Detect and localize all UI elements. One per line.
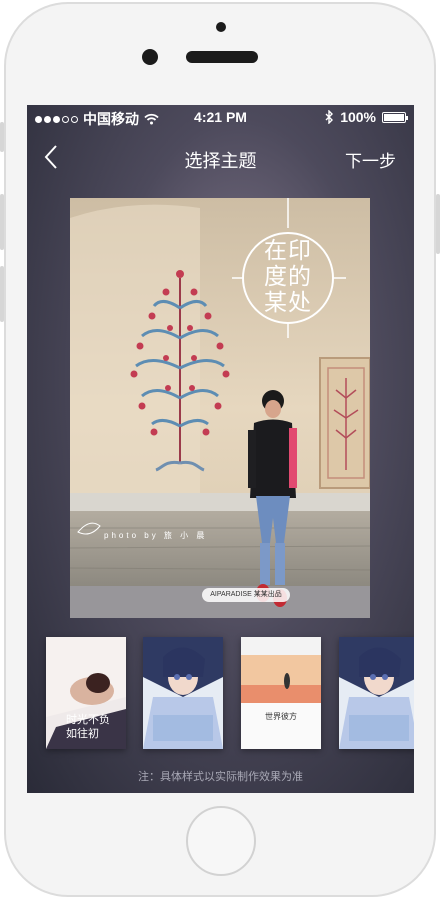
mute-switch bbox=[0, 122, 4, 152]
status-bar: 中国移动 4:21 PM 100% bbox=[27, 105, 414, 131]
theme-carousel[interactable]: 时光不负 如往初 世界彼方 bbox=[27, 635, 414, 755]
theme-preview-cover: 在印度的某处 photo by 旅 小 晨 AIPARADISE 某某出品 bbox=[70, 198, 370, 618]
volume-up-button bbox=[0, 194, 4, 250]
cover-byline: photo by 旅 小 晨 bbox=[104, 531, 208, 540]
front-camera bbox=[142, 49, 158, 65]
power-button bbox=[436, 194, 440, 254]
theme-thumbnail-1-caption: 时光不负 如往初 bbox=[66, 714, 110, 740]
home-button[interactable] bbox=[186, 806, 256, 876]
theme-thumbnail-3[interactable]: 世界彼方 bbox=[241, 637, 321, 749]
disclaimer-note: 注：具体样式以实际制作效果为准 bbox=[138, 771, 303, 783]
theme-thumbnail-4[interactable] bbox=[339, 637, 414, 749]
theme-thumbnail-3-caption: 世界彼方 bbox=[265, 712, 297, 721]
cover-publisher: AIPARADISE 某某出品 bbox=[210, 591, 282, 598]
bluetooth-icon bbox=[325, 110, 334, 124]
battery-percent: 100% bbox=[340, 109, 376, 125]
nav-bar: 选择主题 下一步 bbox=[27, 135, 414, 179]
cover-photo bbox=[70, 198, 370, 618]
volume-down-button bbox=[0, 266, 4, 322]
theme-thumbnail-1[interactable]: 时光不负 如往初 bbox=[46, 637, 126, 749]
front-sensor bbox=[216, 22, 226, 32]
earpiece-speaker bbox=[186, 51, 258, 63]
next-step-button[interactable]: 下一步 bbox=[345, 147, 396, 172]
cover-seal-text: 在印度的某处 bbox=[264, 238, 312, 316]
theme-thumbnail-2[interactable] bbox=[143, 637, 223, 749]
battery-icon bbox=[382, 111, 408, 123]
screen: 中国移动 4:21 PM 100% 选择主题 下一步 在印度的某处 photo … bbox=[27, 105, 414, 793]
